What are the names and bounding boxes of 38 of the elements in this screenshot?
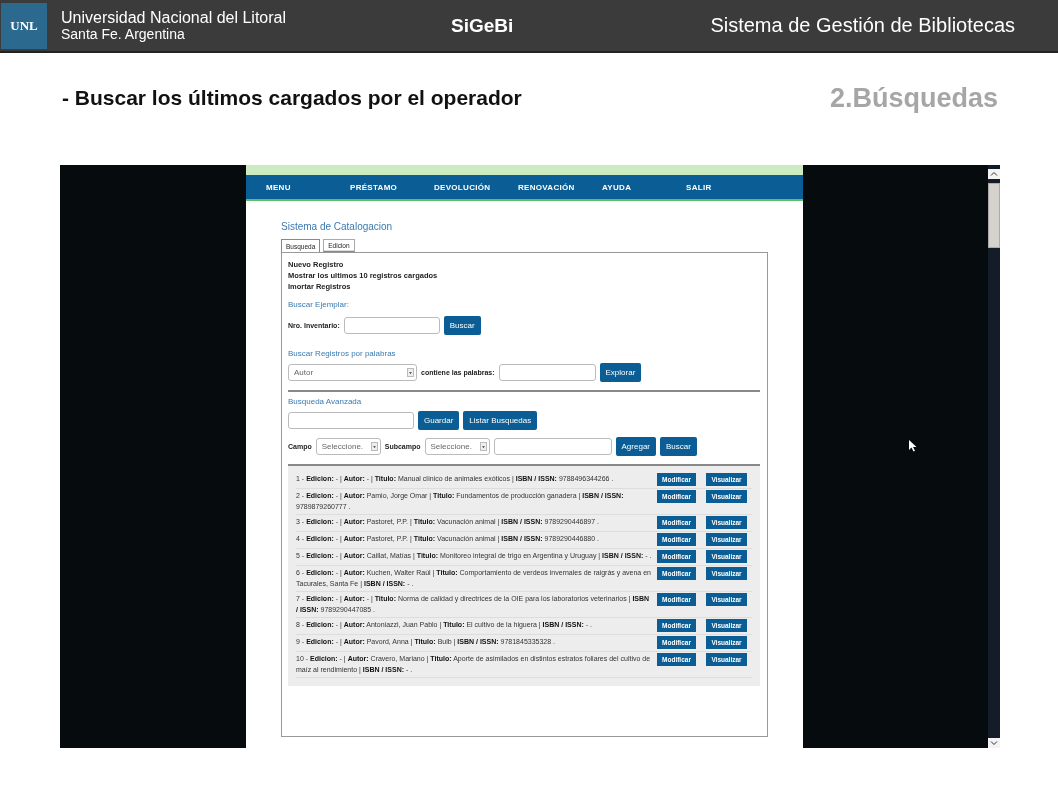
scrollbar[interactable] [988,165,1000,748]
university-logo: UNL [1,2,47,49]
nav-item[interactable]: MENU [246,175,330,199]
nav-item[interactable]: PRÉSTAMO [330,175,414,199]
input-field[interactable] [498,364,596,381]
action-button[interactable]: Guardar [418,411,460,430]
action-button[interactable]: Buscar [660,437,697,456]
section-label: 2.Búsquedas [829,82,998,114]
dropdown-caret-icon [370,442,378,451]
mouse-cursor-icon [909,440,917,452]
action-button[interactable]: Agregar [615,437,656,456]
nav-item[interactable]: AYUDA [582,175,666,199]
app-name: SiGeBi [451,14,515,37]
nav-item[interactable]: DEVOLUCIÓN [414,175,498,199]
slide-heading: - Buscar los últimos cargados por el operador [62,86,522,110]
dropdown-caret-icon [479,442,487,451]
institution-name: Universidad Nacional del Litoral [61,9,287,26]
select-field[interactable]: Autor [288,364,417,381]
nav-item[interactable]: SALIR [666,175,750,199]
select-field[interactable]: Seleccione. [424,438,490,455]
section-title: Buscar Ejemplar: [288,300,350,309]
action-button[interactable]: Listar Busquedas [463,411,538,430]
system-title: Sistema de Gestión de Bibliotecas [710,14,1015,37]
search-button[interactable]: Buscar [443,316,481,335]
input-field[interactable] [493,438,612,455]
institution-location: Santa Fe. Argentina [61,26,186,42]
input-field[interactable] [288,412,414,429]
section-title: Buscar Registros por palabras [288,349,397,358]
scroll-down-icon[interactable] [988,738,1000,748]
input-field[interactable] [343,317,440,334]
nav-item[interactable]: RENOVACIÓN [498,175,582,199]
scroll-thumb[interactable] [988,183,1000,248]
dropdown-caret-icon [407,368,414,377]
section-title: Busqueda Avanzada [288,397,363,406]
explore-button[interactable]: Explorar [599,363,642,382]
select-field[interactable]: Seleccione. [315,438,381,455]
scroll-up-icon[interactable] [988,169,1000,179]
page-title: Sistema de Catalogacion [281,221,394,232]
